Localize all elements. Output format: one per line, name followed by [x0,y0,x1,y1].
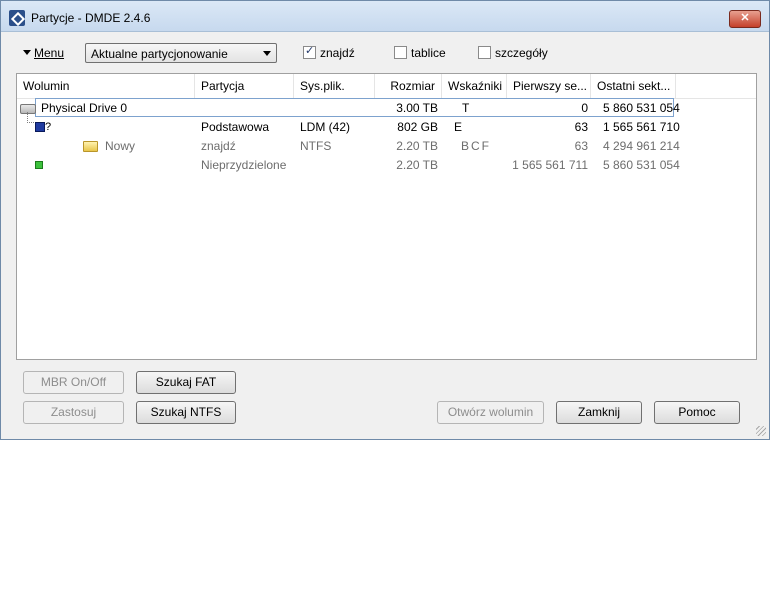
column-header-partition[interactable]: Partycja [195,74,294,98]
search-fat-button[interactable]: Szukaj FAT [136,371,236,394]
apply-button[interactable]: Zastosuj [23,401,124,424]
table-row[interactable]: Nieprzydzielone 2.20 TB 1 565 561 711 5 … [17,156,756,174]
details-checkbox-box[interactable] [478,46,491,59]
dmde-app-icon [9,10,25,26]
title-bar[interactable]: Partycje - DMDE 2.4.6 ✕ [1,1,769,32]
cell-first-sector: 63 [574,139,588,153]
partition-list[interactable]: Wolumin Partycja Sys.plik. Rozmiar Wskaź… [16,73,757,360]
cell-filesystem: NTFS [300,139,332,153]
find-checkbox-label: znajdź [320,46,355,60]
tables-checkbox-label: tablice [411,46,446,60]
resize-grip-icon[interactable] [756,426,766,436]
find-checkbox-box[interactable] [303,44,316,59]
table-row[interactable]: Physical Drive 0 3.00 TB T 0 5 860 531 0… [17,98,756,117]
details-checkbox-label: szczegóły [495,46,548,60]
folder-icon [83,141,98,152]
cell-last-sector: 4 294 961 214 [603,139,680,153]
chevron-down-icon [263,51,271,56]
close-button[interactable]: Zamknij [556,401,642,424]
column-header-flags[interactable]: Wskaźniki [442,74,507,98]
cell-partition: znajdź [201,139,236,153]
table-row[interactable]: Nowy znajdź NTFS 2.20 TB BCF 63 4 294 96… [17,137,756,155]
partitions-dialog: Partycje - DMDE 2.4.6 ✕ Menu Aktualne pa… [0,0,770,440]
cell-size: 802 GB [397,120,438,134]
tables-checkbox-box[interactable] [394,46,407,59]
cell-last-sector: 1 565 561 710 [603,120,680,134]
cell-volume: ? [45,121,52,133]
window-title: Partycje - DMDE 2.4.6 [31,11,151,25]
cell-filesystem: LDM (42) [300,120,351,134]
help-button[interactable]: Pomoc [654,401,740,424]
mbr-toggle-button[interactable]: MBR On/Off [23,371,124,394]
column-header-size[interactable]: Rozmiar [375,74,442,98]
cell-first-sector: 1 565 561 711 [512,158,588,172]
cell-size: 2.20 TB [396,139,438,153]
cell-size: 2.20 TB [396,158,438,172]
menu-label: Menu [34,46,65,60]
cell-volume: Physical Drive 0 [41,101,128,115]
cell-first-sector: 63 [574,120,588,134]
cell-first-sector: 0 [581,101,588,115]
partition-icon [35,122,45,132]
column-header-first-sector[interactable]: Pierwszy se... [507,74,591,98]
cell-size: 3.00 TB [396,101,438,115]
table-row[interactable]: ? Podstawowa LDM (42) 802 GB E 63 1 565 … [17,112,756,136]
menu-button[interactable]: Menu [23,46,64,60]
details-checkbox[interactable]: szczegóły [478,46,548,60]
toolbar: Menu Aktualne partycjonowanie znajdź tab… [1,43,769,65]
cell-partition: Nieprzydzielone [201,158,287,172]
partitioning-mode-select[interactable]: Aktualne partycjonowanie [85,43,277,63]
column-header-volume[interactable]: Wolumin [17,74,195,98]
menu-arrow-icon [23,50,31,55]
partitioning-mode-value: Aktualne partycjonowanie [91,47,228,61]
tables-checkbox[interactable]: tablice [394,46,446,60]
cell-flags: BCF [461,139,491,153]
cell-flags: E [454,120,463,134]
open-volume-button[interactable]: Otwórz wolumin [437,401,544,424]
column-header-filesystem[interactable]: Sys.plik. [294,74,375,98]
cell-last-sector: 5 860 531 054 [603,158,680,172]
cell-volume: Nowy [105,139,136,153]
cell-partition: Podstawowa [201,120,270,134]
cell-last-sector: 5 860 531 054 [603,101,680,115]
cell-flags: T [462,101,470,115]
list-header: Wolumin Partycja Sys.plik. Rozmiar Wskaź… [17,74,756,99]
free-space-icon [35,161,43,169]
column-header-last-sector[interactable]: Ostatni sekt... [591,74,676,98]
window-close-button[interactable]: ✕ [729,10,761,28]
find-checkbox[interactable]: znajdź [303,44,355,60]
search-ntfs-button[interactable]: Szukaj NTFS [136,401,236,424]
